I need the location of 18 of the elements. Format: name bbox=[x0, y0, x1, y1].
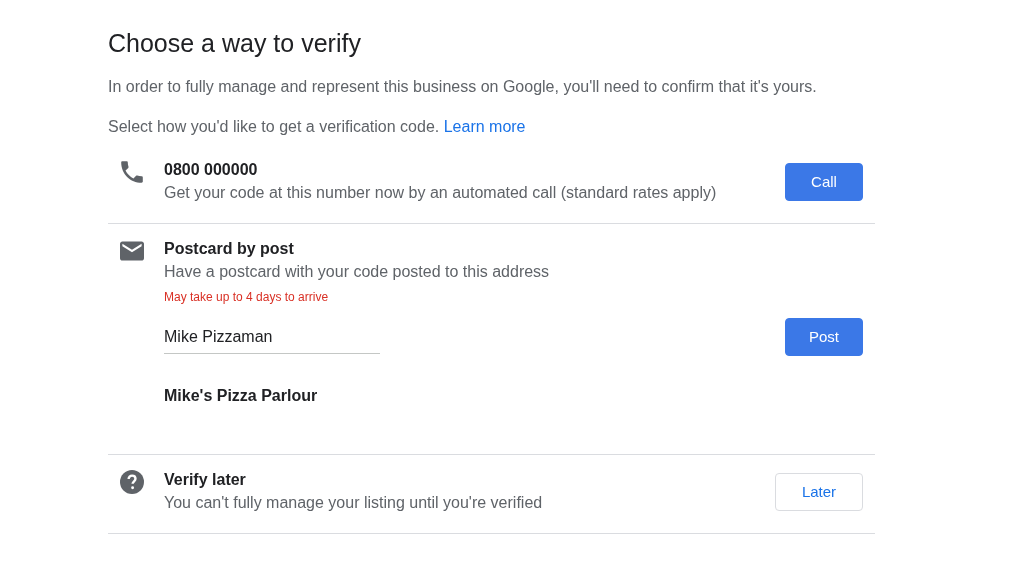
action-button[interactable]: Later bbox=[775, 473, 863, 511]
option-title: 0800 000000 bbox=[164, 160, 259, 180]
option-description: Have a postcard with your code posted to this address bbox=[164, 262, 550, 282]
action-button[interactable]: Post bbox=[785, 318, 863, 356]
phone-icon bbox=[120, 159, 144, 184]
page-title: Choose a way to verify bbox=[108, 28, 362, 58]
option-description: You can't fully manage your listing until you're verified bbox=[164, 493, 543, 513]
learn-more-link[interactable]: Learn more bbox=[443, 118, 526, 135]
envelope-icon bbox=[120, 238, 144, 263]
intro-text: In order to fully manage and represent this business on Google, you'll need to confirm that it's yours. bbox=[108, 77, 818, 97]
instruction-text: Select how you'd like to get a verification code. Learn more bbox=[108, 117, 527, 137]
business-name: Mike's Pizza Parlour bbox=[164, 386, 319, 406]
delivery-note: May take up to 4 days to arrive bbox=[164, 289, 330, 306]
action-button[interactable]: Call bbox=[785, 163, 863, 201]
option-description: Get your code at this number now by an automated call (standard rates apply) bbox=[164, 183, 717, 203]
option-title: Verify later bbox=[164, 470, 247, 490]
option-title: Postcard by post bbox=[164, 239, 295, 259]
question-icon bbox=[120, 469, 144, 494]
